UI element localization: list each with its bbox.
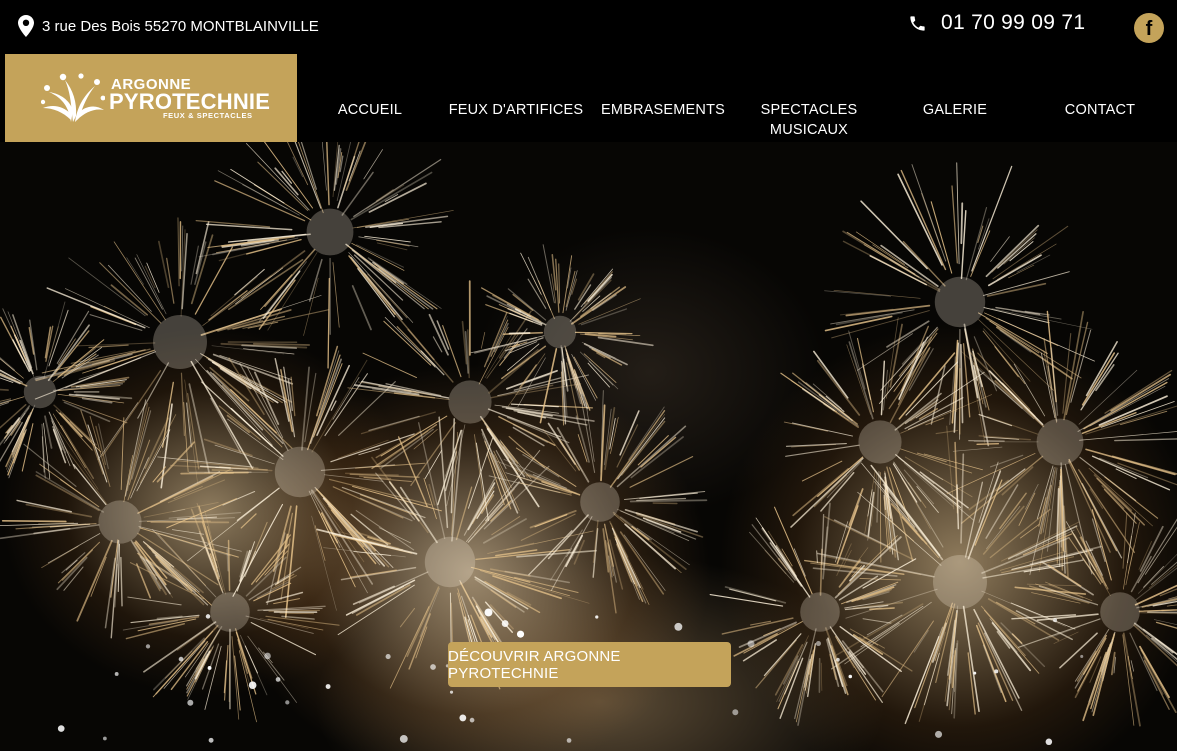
facebook-icon[interactable]: f — [1134, 13, 1164, 43]
logo-line-3: FEUX & SPECTACLES — [163, 111, 253, 120]
firework-logo-icon — [41, 73, 105, 122]
nav-item-spectacles-musicaux[interactable]: SPECTACLES MUSICAUX — [748, 100, 870, 140]
nav-item-contact[interactable]: CONTACT — [1055, 100, 1145, 120]
hero-banner: DÉCOUVRIR ARGONNE PYROTECHNIE — [0, 142, 1177, 751]
top-bar: 3 rue Des Bois 55270 MONTBLAINVILLE 01 7… — [0, 0, 1177, 54]
nav-item-feux-d-artifices[interactable]: FEUX D'ARTIFICES — [446, 100, 586, 120]
address: 3 rue Des Bois 55270 MONTBLAINVILLE — [18, 15, 319, 37]
map-pin-icon — [18, 15, 34, 37]
phone[interactable]: 01 70 99 09 71 — [908, 11, 1085, 35]
main-navigation: ARGONNE PYROTECHNIE FEUX & SPECTACLES AC… — [0, 54, 1177, 142]
nav-item-accueil[interactable]: ACCUEIL — [330, 100, 410, 120]
address-text: 3 rue Des Bois 55270 MONTBLAINVILLE — [42, 17, 319, 35]
phone-number[interactable]: 01 70 99 09 71 — [941, 11, 1085, 35]
discover-button[interactable]: DÉCOUVRIR ARGONNE PYROTECHNIE — [448, 642, 731, 687]
logo[interactable]: ARGONNE PYROTECHNIE FEUX & SPECTACLES — [5, 54, 297, 142]
nav-item-embrasements[interactable]: EMBRASEMENTS — [598, 100, 728, 120]
phone-icon — [910, 15, 925, 31]
nav-item-galerie[interactable]: GALERIE — [915, 100, 995, 120]
